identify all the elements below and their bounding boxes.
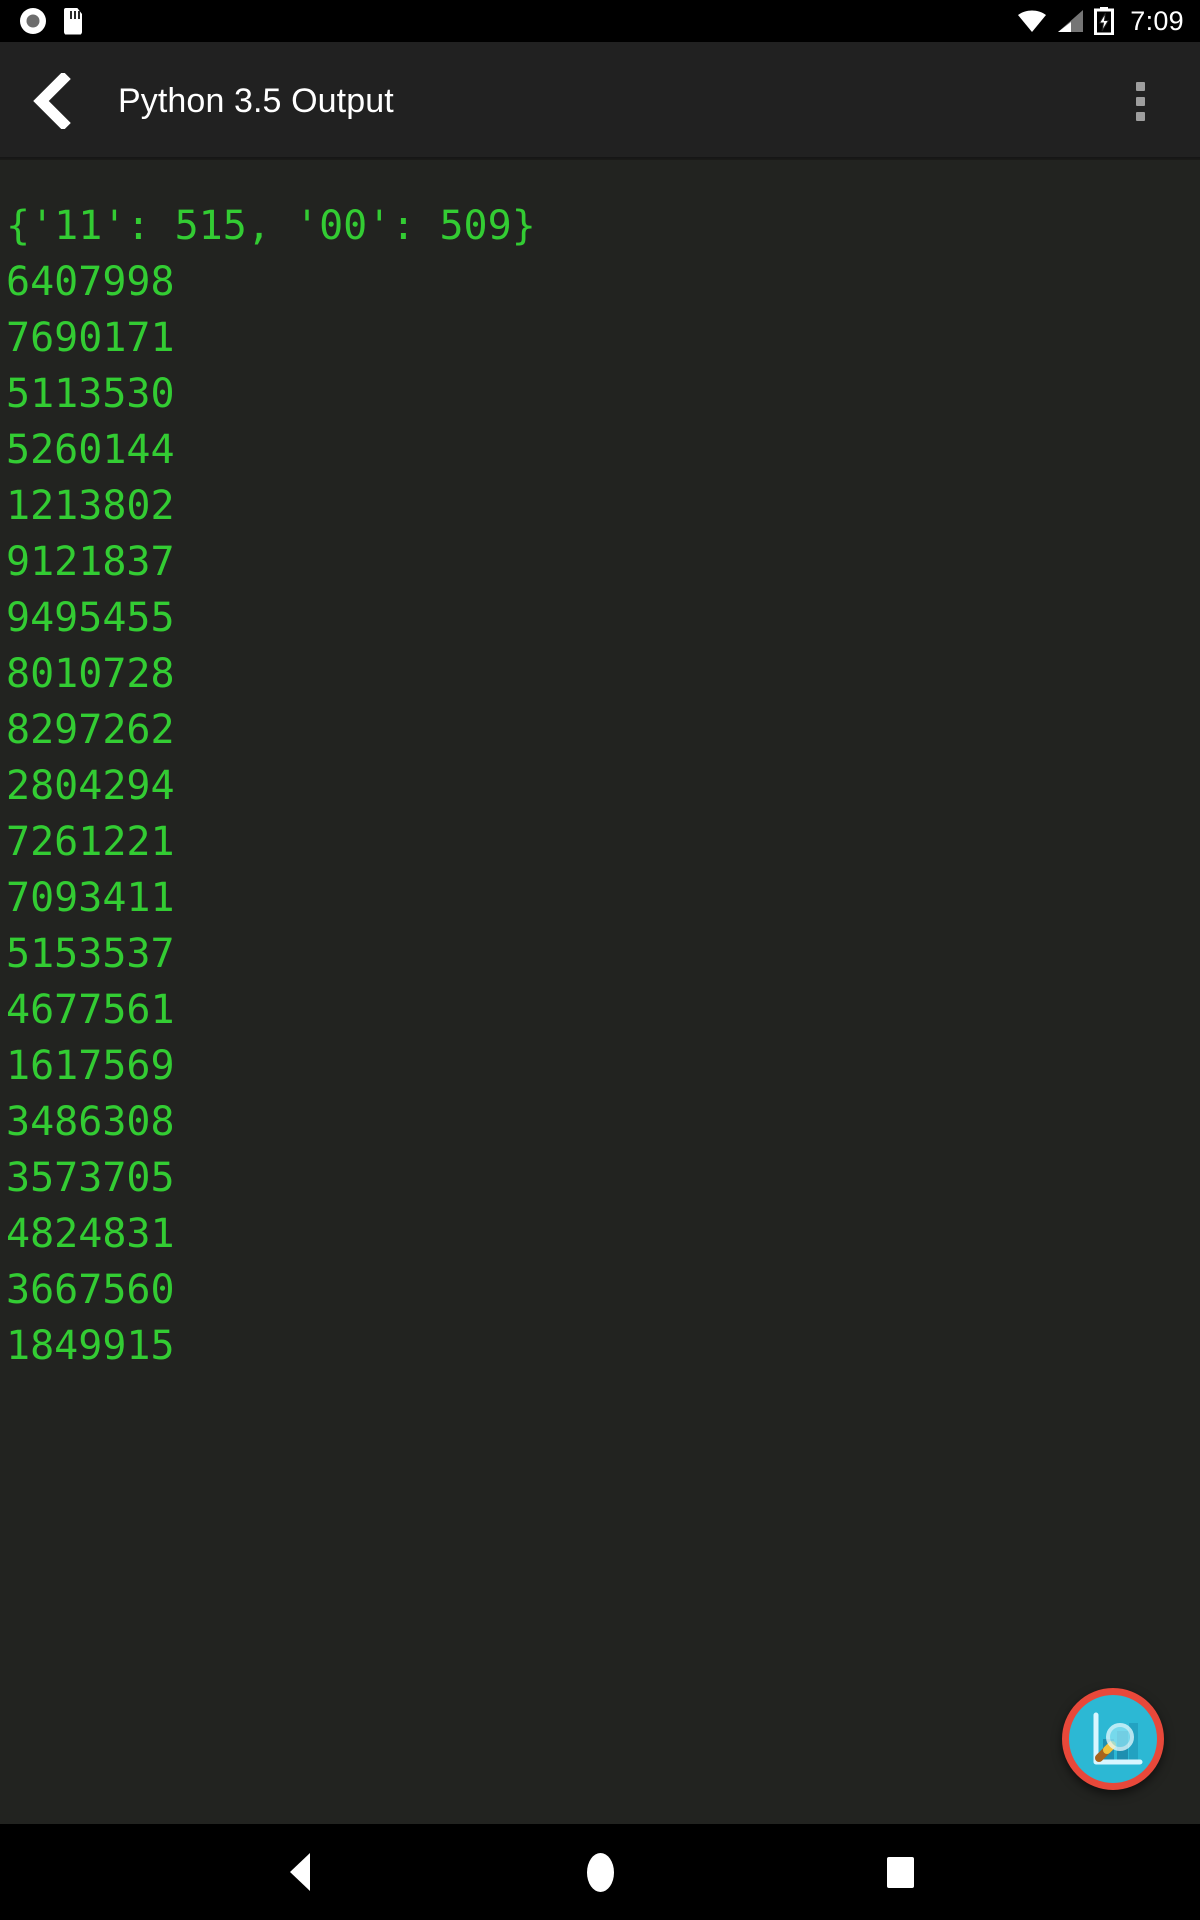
- nav-home-circle-icon: [586, 1852, 614, 1892]
- nav-back-button[interactable]: [255, 1824, 345, 1920]
- nav-recents-button[interactable]: [855, 1824, 945, 1920]
- overflow-menu-icon-dot3: [1135, 111, 1145, 121]
- back-chevron-icon: [33, 73, 71, 129]
- nav-recents-square-icon: [886, 1856, 914, 1888]
- wifi-icon: [1018, 10, 1047, 32]
- nav-back-triangle-icon: [290, 1853, 310, 1891]
- cellular-signal-icon: [1058, 10, 1084, 32]
- overflow-menu-icon: [1135, 81, 1145, 91]
- status-bar-right-icons: 7:09: [1017, 7, 1184, 35]
- nav-home-button[interactable]: [555, 1824, 645, 1920]
- overflow-menu-button[interactable]: [1108, 61, 1172, 141]
- console-output-area[interactable]: {'11': 515, '00': 509} 6407998 7690171 5…: [0, 160, 1200, 1824]
- battery-charging-icon: [1094, 7, 1115, 35]
- status-bar: 7:09: [0, 0, 1200, 42]
- status-bar-clock: 7:09: [1130, 5, 1184, 36]
- system-navigation-bar: [0, 1824, 1200, 1920]
- sd-card-icon: [64, 7, 82, 35]
- back-button[interactable]: [14, 42, 92, 160]
- screen-record-icon: [20, 8, 46, 34]
- chart-magnifier-icon: [1093, 1712, 1143, 1765]
- app-bar: Python 3.5 Output: [0, 42, 1200, 160]
- page-title: Python 3.5 Output: [118, 81, 394, 120]
- chart-fab-button[interactable]: [1062, 1688, 1164, 1790]
- status-bar-left-icons: [20, 7, 82, 35]
- console-output-text: {'11': 515, '00': 509} 6407998 7690171 5…: [6, 203, 536, 1369]
- overflow-menu-icon-dot2: [1135, 96, 1145, 106]
- android-screen: 7:09 Python 3.5 Output {'11': 515, '00':…: [0, 0, 1200, 1920]
